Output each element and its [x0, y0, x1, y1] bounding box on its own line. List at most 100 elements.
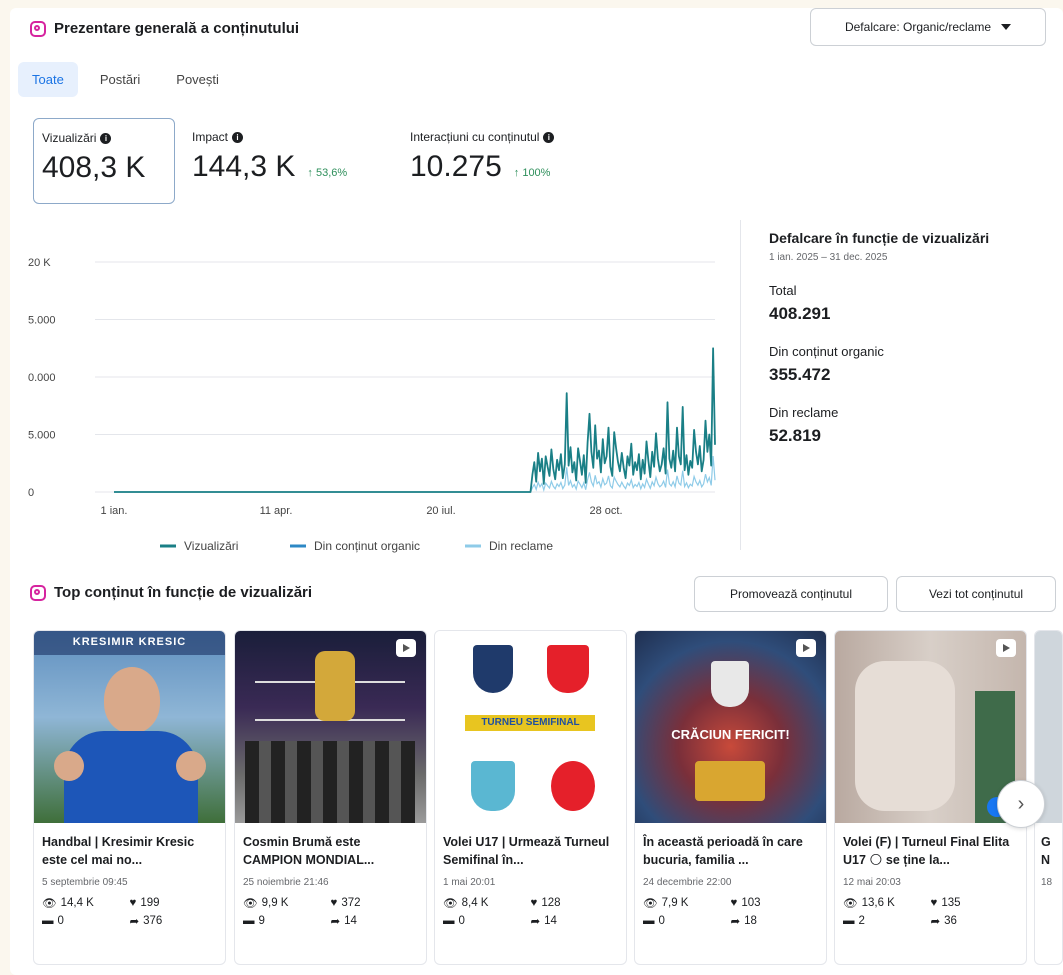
metric-reach-label: Impact: [192, 130, 229, 144]
content-card[interactable]: CRĂCIUN FERICIT! În această perioadă în …: [634, 630, 827, 965]
info-icon[interactable]: i: [543, 131, 555, 143]
instagram-icon: [30, 584, 46, 601]
comment-icon: ▬: [42, 915, 54, 927]
share-icon: ➦: [730, 916, 741, 928]
views-count: 8,4 K: [461, 897, 489, 909]
card-title-line: N: [1041, 853, 1051, 867]
heart-icon: ♥: [330, 897, 338, 909]
x-tick-label: 11 apr.: [260, 505, 293, 517]
likes-count: 103: [741, 897, 761, 909]
metric-interactions[interactable]: Interacțiuni cu conținutul i 10.275 ↑ 100%: [402, 118, 632, 204]
heart-icon: ♥: [129, 897, 137, 909]
legend-label: Din reclame: [489, 539, 553, 553]
share-icon: ➦: [930, 916, 941, 928]
metric-reach[interactable]: Impact i 144,3 K ↑ 53,6%: [184, 118, 394, 204]
card-title: Cosmin Brumă este CAMPION MONDIAL...: [243, 835, 375, 867]
comments-count: 0: [57, 915, 64, 927]
content-card[interactable]: KRESIMIR KRESIC Handbal | Kresimir Kresi…: [33, 630, 226, 965]
breakdown-dropdown-label: Defalcare: Organic/reclame: [844, 20, 992, 34]
content-card[interactable]: TURNEU SEMIFINAL Volei U17 | Urmează Tur…: [434, 630, 627, 965]
legend-label: Din conținut organic: [314, 539, 420, 553]
caret-down-icon: [1001, 24, 1012, 30]
breakdown-ads-label: Din reclame: [769, 405, 839, 420]
breakdown-dropdown[interactable]: Defalcare: Organic/reclame: [810, 8, 1046, 46]
x-tick-label: 1 ian.: [101, 505, 128, 517]
shares-count: 36: [944, 915, 957, 927]
reel-icon: [396, 639, 416, 657]
card-date: 12 mai 20:03: [843, 877, 901, 888]
comments-count: 2: [858, 915, 865, 927]
content-card[interactable]: Cosmin Brumă este CAMPION MONDIAL... 25 …: [234, 630, 427, 965]
views-count: 9,9 K: [261, 897, 289, 909]
card-stats: 👁 13,6 K ♥ 135 ▬ 2 ➦ 36: [843, 896, 1018, 928]
heart-icon: ♥: [530, 897, 538, 909]
x-tick-label: 28 oct.: [589, 505, 622, 517]
x-tick-label: 20 iul.: [426, 505, 455, 517]
breakdown-organic-value: 355.472: [769, 365, 831, 384]
info-icon[interactable]: i: [100, 132, 112, 144]
promote-content-button[interactable]: Promovează conținutul: [694, 576, 888, 612]
metric-views[interactable]: Vizualizări i 408,3 K: [33, 118, 175, 204]
comments-count: 0: [458, 915, 465, 927]
tab-stories[interactable]: Povești: [162, 62, 233, 97]
shares-count: 14: [344, 915, 357, 927]
tab-all[interactable]: Toate: [18, 62, 78, 97]
card-title: Volei U17 | Urmează Turneul Semifinal în…: [443, 835, 610, 867]
card-title: GN: [1041, 833, 1062, 869]
comment-icon: ▬: [243, 915, 255, 927]
metric-interactions-value: 10.275: [410, 150, 502, 183]
card-date: 1 mai 20:01: [443, 877, 496, 888]
card-date: 18: [1041, 877, 1053, 888]
likes-count: 128: [541, 897, 561, 909]
card-date: 25 noiembrie 21:46: [243, 877, 329, 888]
card-stats: 👁 9,9 K ♥ 372 ▬ 9 ➦ 14: [243, 896, 418, 928]
shares-count: 18: [744, 915, 757, 927]
card-stats: 👁 8,4 K ♥ 128 ▬ 0 ➦ 14: [443, 896, 618, 928]
breakdown-total-value: 408.291: [769, 304, 831, 323]
comment-icon: ▬: [843, 915, 855, 927]
content-type-tabs: Toate Postări Povești: [18, 62, 233, 97]
top-content-title-text: Top conținut în funcție de vizualizări: [54, 584, 313, 601]
views-count: 14,4 K: [60, 897, 94, 909]
share-icon: ➦: [330, 916, 341, 928]
post-thumbnail: TURNEU SEMIFINAL: [435, 631, 626, 823]
chevron-right-icon: ›: [1017, 792, 1025, 815]
views-chart: 20 K 5.000 0.000 5.000 0 1 ian. 11 apr. 20 iul.…: [20, 230, 740, 560]
tab-posts[interactable]: Postări: [86, 62, 154, 97]
shares-count: 376: [143, 915, 163, 927]
metric-reach-value: 144,3 K: [192, 150, 296, 183]
metric-views-label: Vizualizări: [42, 131, 97, 145]
y-tick-label: 5.000: [28, 315, 56, 327]
metric-reach-change: ↑ 53,6%: [307, 167, 348, 179]
post-thumbnail: KRESIMIR KRESIC: [34, 631, 225, 823]
next-arrow-button[interactable]: ›: [997, 780, 1045, 828]
breakdown-ads-value: 52.819: [769, 426, 821, 445]
y-tick-label: 0.000: [28, 372, 56, 384]
eye-icon: 👁: [443, 898, 458, 910]
comments-count: 9: [258, 915, 265, 927]
post-thumbnail: CRĂCIUN FERICIT!: [635, 631, 826, 823]
views-count: 13,6 K: [861, 897, 895, 909]
see-all-content-button[interactable]: Vezi tot conținutul: [896, 576, 1056, 612]
likes-count: 372: [341, 897, 361, 909]
breakdown-title: Defalcare în funcție de vizualizări: [769, 230, 990, 246]
thumb-caption: KRESIMIR KRESIC: [72, 636, 187, 648]
comment-icon: ▬: [443, 915, 455, 927]
thumb-caption: CRĂCIUN FERICIT!: [671, 727, 790, 742]
card-stats: 👁 14,4 K ♥ 199 ▬ 0 ➦ 376: [42, 896, 217, 928]
content-overview-title-text: Prezentare generală a conținutului: [54, 20, 300, 37]
card-title-line: G: [1041, 835, 1051, 849]
series-line-views: [114, 347, 716, 493]
carousel-icon: [796, 639, 816, 657]
share-icon: ➦: [129, 916, 140, 928]
heart-icon: ♥: [730, 897, 738, 909]
info-icon[interactable]: i: [232, 131, 244, 143]
y-tick-label: 5.000: [28, 430, 56, 442]
eye-icon: 👁: [643, 898, 658, 910]
metric-interactions-change: ↑ 100%: [513, 167, 551, 179]
thumb-caption: TURNEU SEMIFINAL: [481, 717, 580, 728]
likes-count: 135: [941, 897, 961, 909]
eye-icon: 👁: [42, 898, 57, 910]
legend-label: Vizualizări: [184, 539, 238, 553]
likes-count: 199: [140, 897, 160, 909]
